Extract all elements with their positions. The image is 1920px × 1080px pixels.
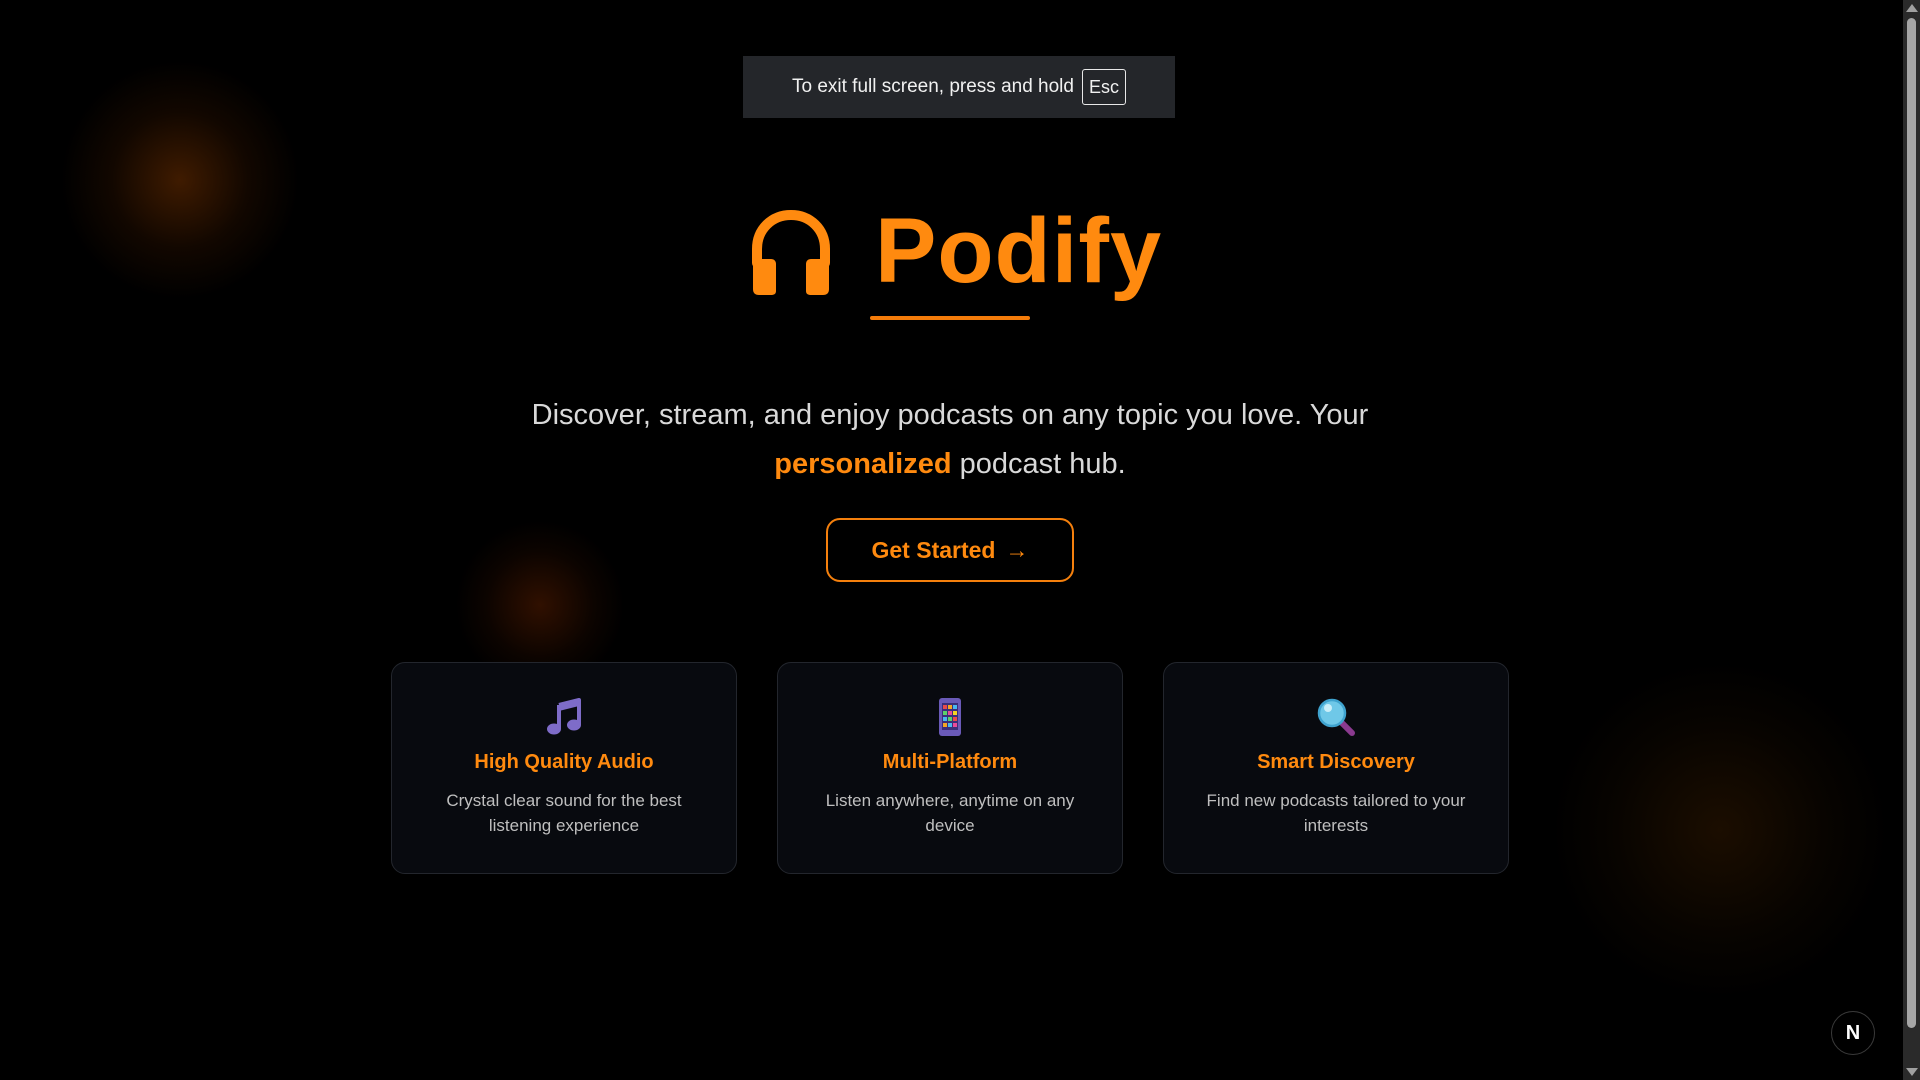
- feature-description: Listen anywhere, anytime on any device: [825, 791, 1075, 835]
- landing-page: To exit full screen, press and hold Esc …: [0, 0, 1920, 1080]
- scroll-up-arrow-icon[interactable]: [1906, 4, 1918, 12]
- tagline-text-end: podcast hub.: [959, 448, 1126, 480]
- magnifying-glass-icon: [1317, 698, 1355, 736]
- esc-key-hint: Esc: [1081, 69, 1126, 105]
- scrollbar-thumb[interactable]: [1907, 18, 1916, 1028]
- hero-tagline: Discover, stream, and enjoy podcasts on …: [500, 391, 1400, 489]
- feature-title: High Quality Audio: [474, 751, 654, 773]
- dev-badge-letter: N: [1845, 1021, 1861, 1044]
- feature-description: Crystal clear sound for the best listeni…: [446, 791, 682, 835]
- brand-logo: Podify: [745, 205, 1162, 297]
- headphones-icon: [752, 209, 830, 295]
- tagline-text: Discover, stream, and enjoy podcasts on …: [531, 399, 1369, 431]
- mobile-phone-icon: [939, 698, 961, 736]
- get-started-label: Get Started: [871, 536, 996, 563]
- feature-title: Multi-Platform: [882, 751, 1018, 773]
- feature-card-smart-discovery: Smart Discovery Find new podcasts tailor…: [1163, 662, 1509, 874]
- music-note-icon: [547, 698, 581, 735]
- tagline-highlight: personalized: [774, 448, 952, 480]
- scroll-down-arrow-icon[interactable]: [1906, 1068, 1918, 1076]
- vertical-scrollbar[interactable]: [1903, 0, 1920, 1080]
- background-glow: [1550, 660, 1890, 1000]
- feature-title: Smart Discovery: [1257, 751, 1415, 773]
- fullscreen-exit-notice: To exit full screen, press and hold Esc: [743, 56, 1175, 118]
- feature-card-multi-platform: Multi-Platform Listen anywhere, anytime …: [777, 662, 1123, 874]
- get-started-button[interactable]: Get Started →: [826, 518, 1074, 582]
- dev-tools-badge[interactable]: N: [1831, 1011, 1875, 1055]
- arrow-right-icon: →: [1005, 536, 1029, 563]
- background-glow: [60, 60, 300, 300]
- brand-name: Podify: [875, 200, 1163, 302]
- feature-description: Find new podcasts tailored to your inter…: [1206, 791, 1466, 835]
- fullscreen-notice-text: To exit full screen, press and hold: [791, 76, 1074, 97]
- feature-cards: High Quality Audio Crystal clear sound f…: [391, 662, 1509, 874]
- feature-card-high-quality-audio: High Quality Audio Crystal clear sound f…: [391, 662, 737, 874]
- logo-underline: [870, 316, 1030, 320]
